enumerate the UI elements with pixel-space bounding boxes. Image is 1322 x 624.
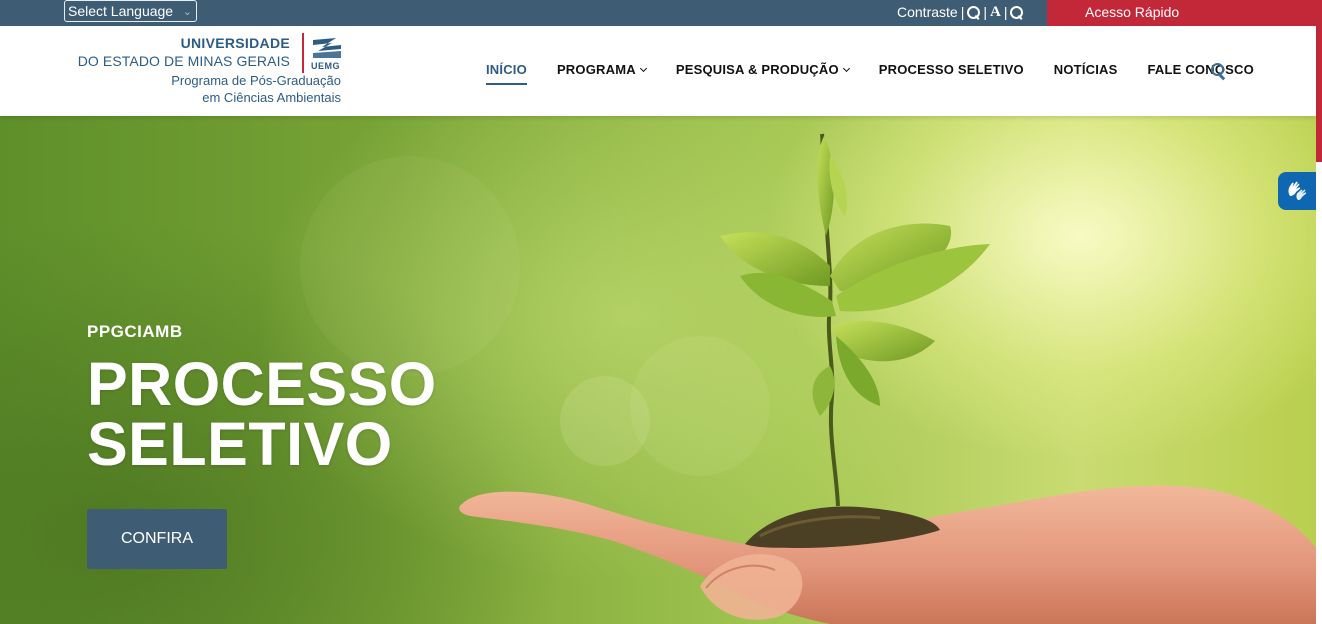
nav-pesquisa-producao[interactable]: PESQUISA & PRODUÇÃO bbox=[675, 62, 850, 78]
sign-language-hands-icon[interactable] bbox=[1278, 172, 1316, 210]
uemg-logo[interactable]: UNIVERSIDADE DO ESTADO DE MINAS GERAIS U… bbox=[78, 32, 352, 108]
language-select-value: Select Language bbox=[68, 3, 174, 19]
nav-inicio[interactable]: INÍCIO bbox=[486, 62, 527, 85]
nav-label: NOTÍCIAS bbox=[1053, 62, 1118, 77]
top-utility-bar: Select Language ⌄ Contraste | | A | Aces… bbox=[0, 0, 1322, 26]
nav-label: FALE CONOSCO bbox=[1147, 62, 1254, 77]
chevron-down-icon bbox=[639, 64, 647, 73]
accessibility-tools: Contraste | | A | bbox=[897, 3, 1024, 21]
hero-banner: PPGCIAMB PROCESSO SELETIVO CONFIRA bbox=[0, 116, 1316, 624]
hands-glyph bbox=[1288, 181, 1307, 200]
logo-program-line2: em Ciências Ambientais bbox=[202, 90, 341, 105]
contrast-toggle[interactable]: Contraste bbox=[897, 3, 958, 21]
separator: | bbox=[1003, 4, 1008, 20]
logo-university: UNIVERSIDADE bbox=[180, 35, 290, 51]
uemg-mark-icon bbox=[313, 38, 341, 58]
chevron-down-icon: ⌄ bbox=[182, 6, 192, 18]
hero-title-line1: PROCESSO bbox=[87, 350, 437, 418]
nav-label: PROCESSO SELETIVO bbox=[878, 62, 1024, 77]
nav-noticias[interactable]: NOTÍCIAS bbox=[1054, 62, 1118, 78]
nav-fale-conosco[interactable]: FALE CONOSCO bbox=[1148, 62, 1254, 78]
separator: | bbox=[960, 4, 965, 20]
nav-label: INÍCIO bbox=[486, 62, 527, 77]
hero-title: PROCESSO SELETIVO bbox=[87, 354, 507, 475]
logo-divider bbox=[302, 33, 304, 73]
font-size-reset-button[interactable]: A bbox=[990, 3, 1001, 21]
logo-program-line1: Programa de Pós-Graduação bbox=[171, 73, 341, 88]
site-header: UNIVERSIDADE DO ESTADO DE MINAS GERAIS U… bbox=[0, 26, 1316, 116]
nav-label: PROGRAMA bbox=[556, 62, 636, 77]
nav-processo-seletivo[interactable]: PROCESSO SELETIVO bbox=[879, 62, 1024, 78]
hero-title-line2: SELETIVO bbox=[87, 410, 393, 478]
logo-acronym: UEMG bbox=[311, 61, 340, 71]
language-select[interactable]: Select Language ⌄ bbox=[64, 0, 197, 22]
main-navigation: INÍCIO PROGRAMA PESQUISA & PRODUÇÃO PROC… bbox=[486, 62, 1254, 85]
quick-access-button[interactable]: Acesso Rápido bbox=[1047, 0, 1322, 26]
nav-programa[interactable]: PROGRAMA bbox=[556, 62, 647, 78]
zoom-out-icon[interactable] bbox=[1010, 5, 1024, 19]
nav-label: PESQUISA & PRODUÇÃO bbox=[675, 62, 839, 77]
zoom-in-icon[interactable] bbox=[967, 5, 981, 19]
search-icon[interactable] bbox=[1211, 63, 1227, 79]
quick-access-edge bbox=[1316, 26, 1322, 162]
logo-state: DO ESTADO DE MINAS GERAIS bbox=[77, 53, 290, 69]
chevron-down-icon bbox=[842, 64, 850, 73]
confira-button[interactable]: CONFIRA bbox=[87, 509, 227, 569]
separator: | bbox=[983, 4, 987, 20]
hero-kicker: PPGCIAMB bbox=[87, 322, 183, 341]
